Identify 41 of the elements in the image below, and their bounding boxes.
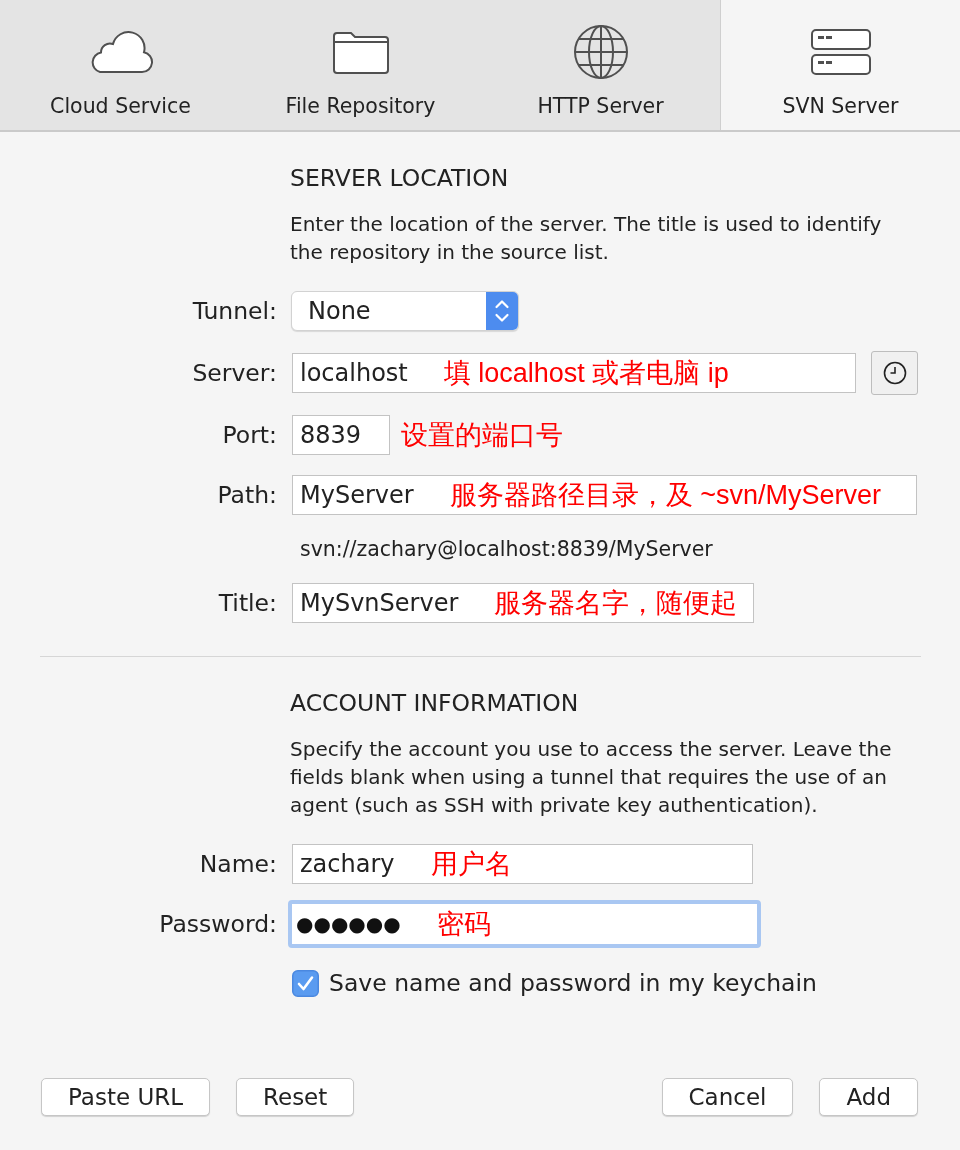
- dialog-button[interactable]: Paste URL: [41, 1078, 211, 1116]
- dialog-button[interactable]: Reset: [236, 1078, 355, 1116]
- field-label: Port:: [222, 421, 277, 449]
- field-label: Name:: [199, 850, 277, 878]
- section-heading: SERVER LOCATION: [290, 163, 509, 193]
- up-down-arrows-icon: [486, 292, 518, 330]
- section-description: Specify the account you use to access the server. Leave the fields blank when using a tunnel that requires the use of an agent (such as SSH with private key authentication).: [290, 736, 893, 819]
- annotation-text: 设置的端口号: [401, 419, 563, 451]
- section-description: Enter the location of the server. The title is used to identify the repository in the source list.: [290, 211, 883, 266]
- annotation-text: 填 localhost 或者电脑 ip: [443, 357, 729, 389]
- tab[interactable]: File Repository: [240, 0, 480, 130]
- checkbox[interactable]: [292, 969, 319, 997]
- field-label: Title:: [218, 589, 277, 617]
- tab[interactable]: SVN Server: [720, 0, 960, 130]
- clock-icon: [882, 361, 907, 385]
- text-field[interactable]: zachary 用户名: [292, 844, 753, 884]
- annotation-text: 用户名: [430, 848, 512, 880]
- server-icon: [810, 29, 871, 75]
- folder-icon: [331, 30, 390, 74]
- section-heading: ACCOUNT INFORMATION: [290, 688, 579, 718]
- globe-icon: [572, 24, 629, 80]
- text-field[interactable]: MySvnServer 服务器名字，随便起: [292, 583, 754, 623]
- annotation-text: 密码: [436, 908, 491, 940]
- password-field[interactable]: ●●●●●● 密码: [288, 900, 761, 948]
- field-label: Server:: [192, 359, 277, 387]
- tab[interactable]: Cloud Service: [0, 0, 240, 130]
- field-label: Tunnel:: [192, 297, 277, 325]
- history-button[interactable]: [871, 351, 918, 395]
- dialog-button[interactable]: Cancel: [661, 1078, 794, 1116]
- annotation-text: 服务器名字，随便起: [494, 587, 738, 619]
- text-field[interactable]: MyServer 服务器路径目录，及 ~svn/MyServer: [292, 475, 917, 515]
- server-url: svn://zachary@localhost:8839/MyServer: [300, 536, 713, 563]
- popup-button[interactable]: None: [291, 291, 519, 331]
- annotation-text: 服务器路径目录，及 ~svn/MyServer: [449, 479, 881, 511]
- text-field[interactable]: 8839: [292, 415, 390, 455]
- field-label: Password:: [159, 910, 277, 938]
- text-field[interactable]: localhost 填 localhost 或者电脑 ip: [292, 353, 856, 393]
- checkbox-label: Save name and password in my keychain: [329, 969, 817, 997]
- tab[interactable]: HTTP Server: [480, 0, 720, 130]
- field-label: Path:: [217, 481, 277, 509]
- dialog-button[interactable]: Add: [819, 1078, 918, 1116]
